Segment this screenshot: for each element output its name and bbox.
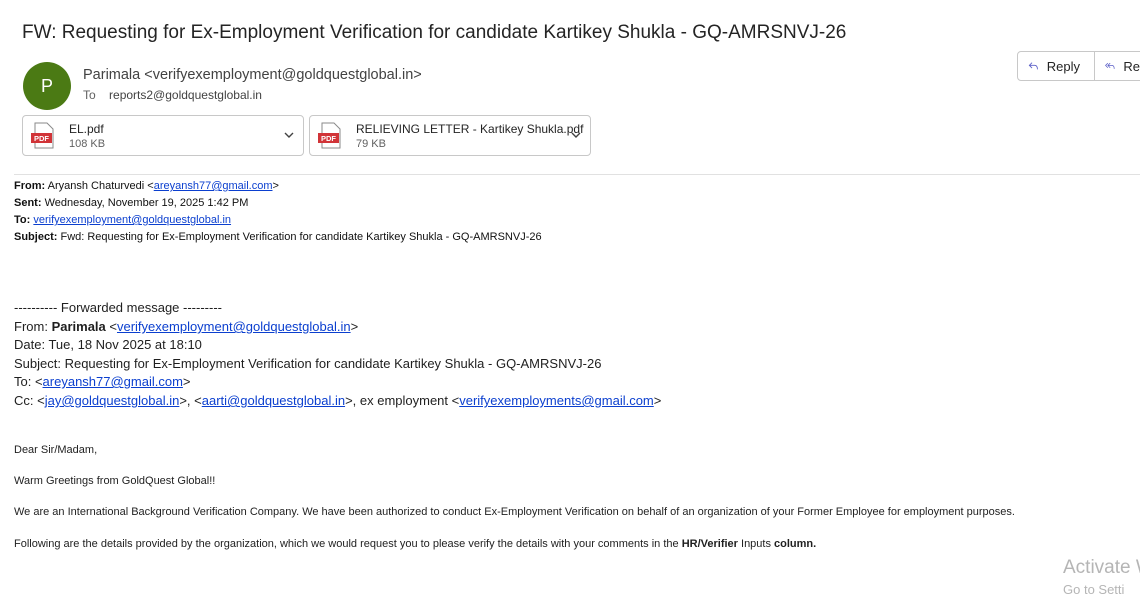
reply-label: Reply: [1046, 58, 1080, 74]
avatar-letter: P: [40, 75, 53, 96]
attachment-relieving-letter[interactable]: PDF RELIEVING LETTER - Kartikey Shukla.p…: [309, 115, 591, 156]
fw-subject-line: Subject: Fwd: Requesting for Ex-Employme…: [14, 231, 542, 243]
pdf-icon: PDF: [31, 122, 54, 149]
body-paragraph-2: Following are the details provided by th…: [14, 538, 817, 550]
fw-to-line: To: verifyexemployment@goldquestglobal.i…: [14, 214, 232, 226]
fw-from-email[interactable]: areyansh77@gmail.com: [154, 180, 273, 192]
forwarded-to-email[interactable]: areyansh77@gmail.com: [43, 374, 183, 389]
recipient-line: To reports2@goldquestglobal.in: [83, 88, 262, 102]
svg-text:PDF: PDF: [321, 134, 336, 143]
forwarded-to: To: <areyansh77@gmail.com>: [14, 374, 191, 389]
reply-icon: [1028, 62, 1038, 70]
forwarded-date: Date: Tue, 18 Nov 2025 at 18:10: [14, 337, 202, 352]
reply-all-icon: [1105, 62, 1115, 69]
reply-all-label: Re: [1123, 58, 1140, 74]
body-greeting: Dear Sir/Madam,: [14, 444, 98, 456]
attachment-size: 79 KB: [356, 138, 386, 150]
svg-text:PDF: PDF: [34, 134, 49, 143]
cc-email-verify[interactable]: verifyexemployments@gmail.com: [459, 393, 654, 408]
to-label: To: [83, 88, 96, 102]
chevron-down-icon[interactable]: [570, 129, 582, 141]
chevron-down-icon[interactable]: [283, 129, 295, 141]
fw-to-email[interactable]: verifyexemployment@goldquestglobal.in: [33, 214, 231, 226]
forwarded-from-email[interactable]: verifyexemployment@goldquestglobal.in: [117, 319, 351, 334]
sender-name[interactable]: Parimala <verifyexemployment@goldquestgl…: [83, 67, 422, 83]
attachment-size: 108 KB: [69, 138, 106, 150]
to-recipient[interactable]: reports2@goldquestglobal.in: [109, 88, 262, 102]
fw-sent-line: Sent: Wednesday, November 19, 2025 1:42 …: [14, 197, 249, 209]
attachment-name: RELIEVING LETTER - Kartikey Shukla.pdf: [356, 122, 584, 136]
fw-from-line: From: Aryansh Chaturvedi <areyansh77@gma…: [14, 180, 279, 192]
pdf-icon: PDF: [318, 122, 341, 149]
body-paragraph-1: We are an International Background Verif…: [14, 506, 1015, 518]
attachment-name: EL.pdf: [69, 122, 104, 136]
message-actions: Reply Re: [1017, 51, 1140, 82]
forwarded-cc: Cc: <jay@goldquestglobal.in>, <aarti@gol…: [14, 393, 662, 408]
cc-email-aarti[interactable]: aarti@goldquestglobal.in: [202, 393, 345, 408]
attachment-el-pdf[interactable]: PDF EL.pdf 108 KB: [22, 115, 304, 156]
forwarded-from: From: Parimala <verifyexemployment@goldq…: [14, 319, 359, 334]
reply-all-button[interactable]: Re: [1095, 51, 1140, 81]
forwarded-separator: ---------- Forwarded message ---------: [14, 300, 222, 315]
body-warm-greetings: Warm Greetings from GoldQuest Global!!: [14, 475, 216, 487]
cc-email-jay[interactable]: jay@goldquestglobal.in: [45, 393, 180, 408]
header-divider: [14, 174, 1140, 175]
email-subject: FW: Requesting for Ex-Employment Verific…: [22, 22, 847, 43]
sender-avatar[interactable]: P: [23, 62, 71, 110]
forwarded-subject: Subject: Requesting for Ex-Employment Ve…: [14, 356, 602, 371]
reply-button[interactable]: Reply: [1017, 51, 1095, 81]
activate-windows-watermark: Activate W: [1063, 557, 1140, 578]
